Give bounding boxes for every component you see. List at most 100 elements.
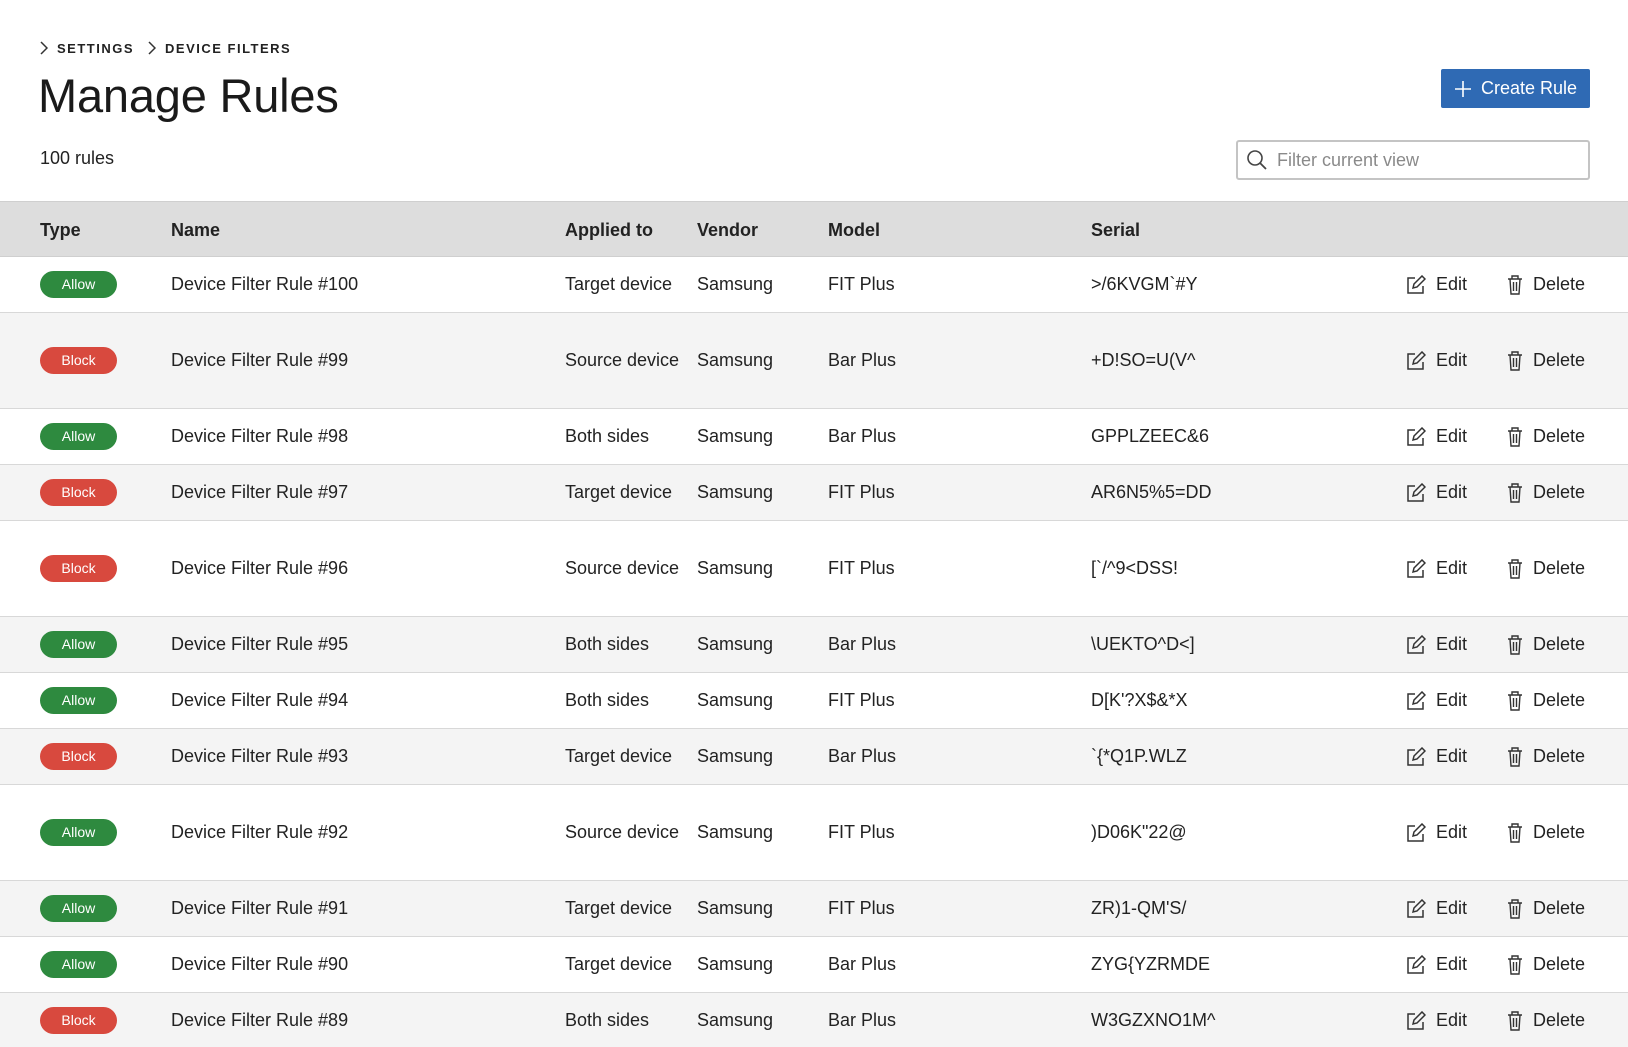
column-header-serial[interactable]: Serial (1091, 202, 1140, 258)
model-cell: Bar Plus (828, 426, 897, 446)
delete-label: Delete (1533, 746, 1586, 766)
edit-icon (1407, 690, 1426, 710)
column-header-model[interactable]: Model (828, 202, 880, 258)
name-cell: Device Filter Rule #93 (171, 746, 349, 766)
delete-button[interactable]: Delete (1507, 993, 1585, 1047)
breadcrumb-item-settings[interactable]: SETTINGS (40, 41, 134, 56)
column-header-type[interactable]: Type (40, 202, 81, 258)
search-icon (1247, 150, 1267, 170)
model-cell: FIT Plus (828, 690, 895, 710)
page-title: Manage Rules (38, 69, 339, 122)
type-badge-allow: Allow (40, 951, 117, 978)
vendor-cell: Samsung (697, 898, 774, 918)
table-row: Block Device Filter Rule #89 Both sides Sam… (0, 993, 1628, 1047)
name-cell: Device Filter Rule #95 (171, 634, 349, 654)
model-cell: FIT Plus (828, 898, 895, 918)
edit-button[interactable]: Edit (1406, 729, 1467, 784)
edit-icon (1407, 350, 1426, 370)
filter-input[interactable] (1277, 149, 1577, 171)
delete-label: Delete (1533, 426, 1586, 446)
trash-icon (1508, 746, 1522, 767)
vendor-cell: Samsung (697, 746, 774, 766)
column-header-vendor[interactable]: Vendor (697, 202, 758, 258)
edit-button[interactable]: Edit (1406, 881, 1467, 936)
delete-button[interactable]: Delete (1507, 937, 1585, 992)
edit-button[interactable]: Edit (1406, 521, 1467, 616)
table-row: Allow Device Filter Rule #92 Source device… (0, 785, 1628, 881)
delete-button[interactable]: Delete (1507, 465, 1585, 520)
type-badge-allow: Allow (40, 423, 117, 450)
trash-icon (1508, 634, 1522, 655)
table-row: Allow Device Filter Rule #91 Target device… (0, 881, 1628, 937)
trash-icon (1508, 426, 1522, 447)
chevron-right-icon (40, 41, 48, 55)
type-badge-allow: Allow (40, 631, 117, 658)
edit-button[interactable]: Edit (1406, 409, 1467, 464)
type-cell: Allow (40, 617, 117, 672)
vendor-cell: Samsung (697, 558, 774, 578)
table-row: Block Device Filter Rule #93 Target device… (0, 729, 1628, 785)
applied-to-cell: Target device (565, 274, 673, 294)
create-rule-button[interactable]: Create Rule (1441, 69, 1590, 108)
delete-button[interactable]: Delete (1507, 409, 1585, 464)
name-cell: Device Filter Rule #97 (171, 482, 349, 502)
delete-button[interactable]: Delete (1507, 785, 1585, 880)
delete-button[interactable]: Delete (1507, 673, 1585, 728)
type-cell: Allow (40, 409, 117, 464)
breadcrumb-item-device-filters[interactable]: DEVICE FILTERS (148, 41, 291, 56)
edit-icon (1407, 558, 1426, 578)
edit-button[interactable]: Edit (1406, 313, 1467, 408)
filter-box[interactable] (1236, 140, 1590, 180)
column-header-name[interactable]: Name (171, 202, 220, 258)
edit-button[interactable]: Edit (1406, 673, 1467, 728)
serial-cell: `{*Q1P.WLZ (1091, 746, 1187, 766)
edit-label: Edit (1436, 426, 1468, 446)
serial-cell: W3GZXNO1M^ (1091, 1010, 1216, 1030)
vendor-cell: Samsung (697, 822, 774, 842)
delete-label: Delete (1533, 898, 1586, 918)
delete-button[interactable]: Delete (1507, 881, 1585, 936)
edit-icon (1407, 822, 1426, 842)
name-cell: Device Filter Rule #92 (171, 822, 349, 842)
table-row: Block Device Filter Rule #99 Source device… (0, 313, 1628, 409)
vendor-cell: Samsung (697, 634, 774, 654)
delete-label: Delete (1533, 954, 1586, 974)
applied-to-cell: Target device (565, 898, 673, 918)
applied-to-cell: Source device (565, 822, 680, 842)
model-cell: FIT Plus (828, 822, 895, 842)
trash-icon (1508, 898, 1522, 919)
delete-label: Delete (1533, 822, 1586, 842)
type-cell: Allow (40, 937, 117, 992)
delete-button[interactable]: Delete (1507, 257, 1585, 312)
breadcrumb: SETTINGS DEVICE FILTERS (40, 38, 305, 58)
delete-button[interactable]: Delete (1507, 521, 1585, 616)
trash-icon (1508, 482, 1522, 503)
edit-button[interactable]: Edit (1406, 937, 1467, 992)
edit-button[interactable]: Edit (1406, 993, 1467, 1047)
rules-table: Type Name Applied to Vendor Model Serial… (0, 201, 1628, 1047)
trash-icon (1508, 822, 1522, 843)
delete-button[interactable]: Delete (1507, 313, 1585, 408)
table-row: Allow Device Filter Rule #94 Both sides Sam… (0, 673, 1628, 729)
model-cell: FIT Plus (828, 558, 895, 578)
serial-cell: D[K'?X$&*X (1091, 690, 1188, 710)
vendor-cell: Samsung (697, 426, 774, 446)
delete-label: Delete (1533, 350, 1586, 370)
vendor-cell: Samsung (697, 1010, 774, 1030)
serial-cell: )D06K"22@ (1091, 822, 1187, 842)
model-cell: Bar Plus (828, 1010, 897, 1030)
edit-button[interactable]: Edit (1406, 617, 1467, 672)
serial-cell: ZR)1-QM'S/ (1091, 898, 1187, 918)
type-cell: Allow (40, 785, 117, 880)
edit-button[interactable]: Edit (1406, 785, 1467, 880)
name-cell: Device Filter Rule #91 (171, 898, 349, 918)
column-header-applied-to[interactable]: Applied to (565, 202, 653, 258)
delete-button[interactable]: Delete (1507, 729, 1585, 784)
create-rule-label: Create Rule (1480, 78, 1578, 98)
edit-icon (1407, 482, 1426, 502)
delete-button[interactable]: Delete (1507, 617, 1585, 672)
chevron-right-icon (148, 41, 157, 55)
edit-button[interactable]: Edit (1406, 257, 1467, 312)
vendor-cell: Samsung (697, 954, 774, 974)
edit-button[interactable]: Edit (1406, 465, 1467, 520)
